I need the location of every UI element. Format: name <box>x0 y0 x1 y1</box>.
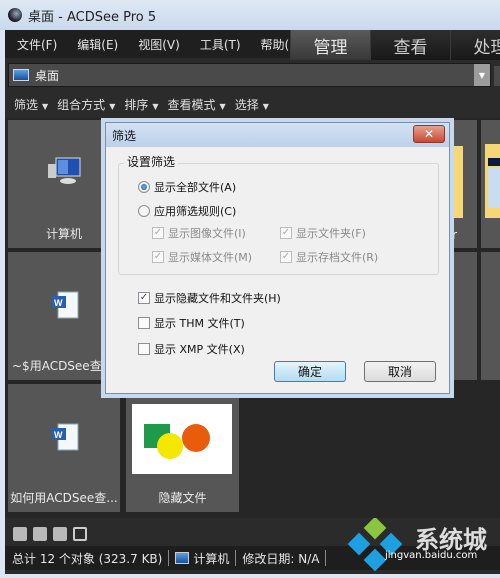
checkbox-show-media[interactable]: ✓ 显示媒体文件(M) <box>152 249 252 265</box>
desktop-icon <box>13 69 29 81</box>
checkbox-show-archives-label: 显示存档文件(R) <box>296 251 379 264</box>
file-tile[interactable] <box>481 252 500 380</box>
image-thumbnail <box>132 404 232 474</box>
group-label: 设置筛选 <box>124 153 179 170</box>
checkbox-show-folders-label: 显示文件夹(F) <box>296 227 366 240</box>
checkbox-disabled-checked[interactable]: ✓ <box>152 251 164 263</box>
computer-icon <box>48 157 81 184</box>
checkbox-show-thm-label: 显示 THM 文件(T) <box>154 317 245 330</box>
radio-show-all[interactable]: 显示全部文件(A) <box>138 179 236 195</box>
checkbox-unchecked[interactable] <box>138 317 150 329</box>
word-doc-icon: W <box>52 423 79 451</box>
radio-button-checked[interactable] <box>138 181 150 193</box>
cancel-button[interactable]: 取消 <box>364 361 436 382</box>
watermark-url: jingvan.baidu.com <box>385 550 478 561</box>
toolbar-sort-label: 排序 <box>124 97 149 112</box>
checkbox-show-xmp[interactable]: 显示 XMP 文件(X) <box>138 341 245 357</box>
mode-tabs: 管理 查看 处理 <box>290 30 500 60</box>
tile-label: ~$用ACDSee查看 <box>12 359 114 373</box>
toolbar-view-mode-label: 查看模式 <box>167 97 216 112</box>
checkbox-show-hidden[interactable]: ✓ 显示隐藏文件和文件夹(H) <box>138 290 281 306</box>
image-well-icon[interactable] <box>13 527 27 541</box>
radio-apply-rules-label: 应用筛选规则(C) <box>154 205 237 218</box>
file-tile[interactable]: 计算机 <box>8 120 120 248</box>
path-value: 桌面 <box>35 68 60 83</box>
checkbox-show-images-label: 显示图像文件(I) <box>168 227 246 240</box>
tab-view[interactable]: 查看 <box>370 30 450 60</box>
close-icon: ✕ <box>423 127 435 141</box>
menu-edit[interactable]: 编辑(E) <box>69 36 126 53</box>
checkbox-show-hidden-label: 显示隐藏文件和文件夹(H) <box>154 292 281 305</box>
chevron-down-icon: ▼ <box>109 101 116 111</box>
file-tile[interactable]: W 如何用ACDSee查... <box>8 384 120 512</box>
toolbar-group[interactable]: 组合方式 ▼ <box>57 96 115 113</box>
toolbar-sort[interactable]: 排序 ▼ <box>124 96 158 113</box>
checkbox-disabled-checked[interactable]: ✓ <box>280 227 292 239</box>
radio-button[interactable] <box>138 205 150 217</box>
window-title: 桌面 - ACDSee Pro 5 <box>28 9 157 25</box>
acdsee-app-icon <box>8 8 22 22</box>
toolbar-select-label: 选择 <box>234 97 259 112</box>
status-separator <box>168 550 170 566</box>
radio-show-all-label: 显示全部文件(A) <box>154 181 237 194</box>
dialog-title: 筛选 <box>112 128 137 143</box>
menu-view[interactable]: 视图(V) <box>130 36 188 53</box>
toolbar-select[interactable]: 选择 ▼ <box>235 96 269 113</box>
watermark: 系统城 jingvan.baidu.com <box>345 516 500 574</box>
checkbox-show-xmp-label: 显示 XMP 文件(X) <box>154 343 245 356</box>
checkbox-show-images[interactable]: ✓ 显示图像文件(I) <box>152 225 246 241</box>
chevron-down-icon[interactable]: ▼ <box>474 64 490 86</box>
ok-button[interactable]: 确定 <box>274 361 346 382</box>
checkbox-show-archives[interactable]: ✓ 显示存档文件(R) <box>280 249 378 265</box>
path-bar[interactable]: 桌面 ▼ <box>8 63 491 87</box>
tile-label: 隐藏文件 <box>158 491 207 505</box>
tile-label: 如何用ACDSee查... <box>10 491 118 505</box>
status-separator <box>235 550 237 566</box>
filter-dialog: 筛选 ✕ 设置筛选 显示全部文件(A) 应用筛选规则(C) ✓ 显示图像文件(I… <box>105 122 450 394</box>
rotate-left-icon[interactable] <box>33 527 47 541</box>
path-side-button[interactable] <box>494 66 500 86</box>
computer-icon <box>175 552 190 564</box>
checkbox-checked[interactable]: ✓ <box>138 292 150 304</box>
close-button[interactable]: ✕ <box>413 125 445 143</box>
chevron-down-icon: ▼ <box>42 101 49 111</box>
toolbar-filter-label: 筛选 <box>14 97 39 112</box>
file-tile[interactable]: 隐藏文件 <box>126 384 239 512</box>
menu-tools[interactable]: 工具(T) <box>192 36 249 53</box>
menu-file[interactable]: 文件(F) <box>9 36 65 53</box>
file-tile[interactable] <box>481 120 500 248</box>
rotate-right-icon[interactable] <box>53 527 67 541</box>
checkbox-disabled-checked[interactable]: ✓ <box>152 227 164 239</box>
checkbox-unchecked[interactable] <box>138 343 150 355</box>
status-location: 计算机 <box>193 551 230 566</box>
checkbox-show-media-label: 显示媒体文件(M) <box>168 251 253 264</box>
chevron-down-icon: ▼ <box>219 101 226 111</box>
title-bar: 桌面 - ACDSee Pro 5 <box>0 0 500 30</box>
checkbox-show-folders[interactable]: ✓ 显示文件夹(F) <box>280 225 366 241</box>
windows-icon[interactable] <box>73 527 87 541</box>
tab-process[interactable]: 处理 <box>450 30 500 60</box>
chevron-down-icon: ▼ <box>262 101 269 111</box>
file-tile[interactable]: W ~$用ACDSee查看 <box>8 252 120 380</box>
status-total: 总计 12 个对象 (323.7 KB) <box>12 551 163 566</box>
status-modified: 修改日期: N/A <box>242 551 320 566</box>
chevron-down-icon: ▼ <box>152 101 159 111</box>
toolbar-view-mode[interactable]: 查看模式 ▼ <box>168 96 226 113</box>
radio-apply-rules[interactable]: 应用筛选规则(C) <box>138 203 236 219</box>
svg-text:W: W <box>54 430 63 440</box>
browser-toolbar: 筛选 ▼ 组合方式 ▼ 排序 ▼ 查看模式 ▼ 选择 ▼ <box>5 92 500 116</box>
word-doc-icon: W <box>52 291 79 319</box>
toolbar-group-label: 组合方式 <box>57 97 106 112</box>
toolbar-filter[interactable]: 筛选 ▼ <box>14 96 48 113</box>
svg-text:W: W <box>54 298 63 308</box>
status-separator <box>325 550 327 566</box>
dialog-title-bar: 筛选 ✕ <box>106 123 449 147</box>
tile-label: 计算机 <box>45 227 82 241</box>
checkbox-disabled-checked[interactable]: ✓ <box>280 251 292 263</box>
folder-icon <box>485 144 500 218</box>
tab-manage[interactable]: 管理 <box>290 30 370 60</box>
checkbox-show-thm[interactable]: 显示 THM 文件(T) <box>138 315 245 331</box>
